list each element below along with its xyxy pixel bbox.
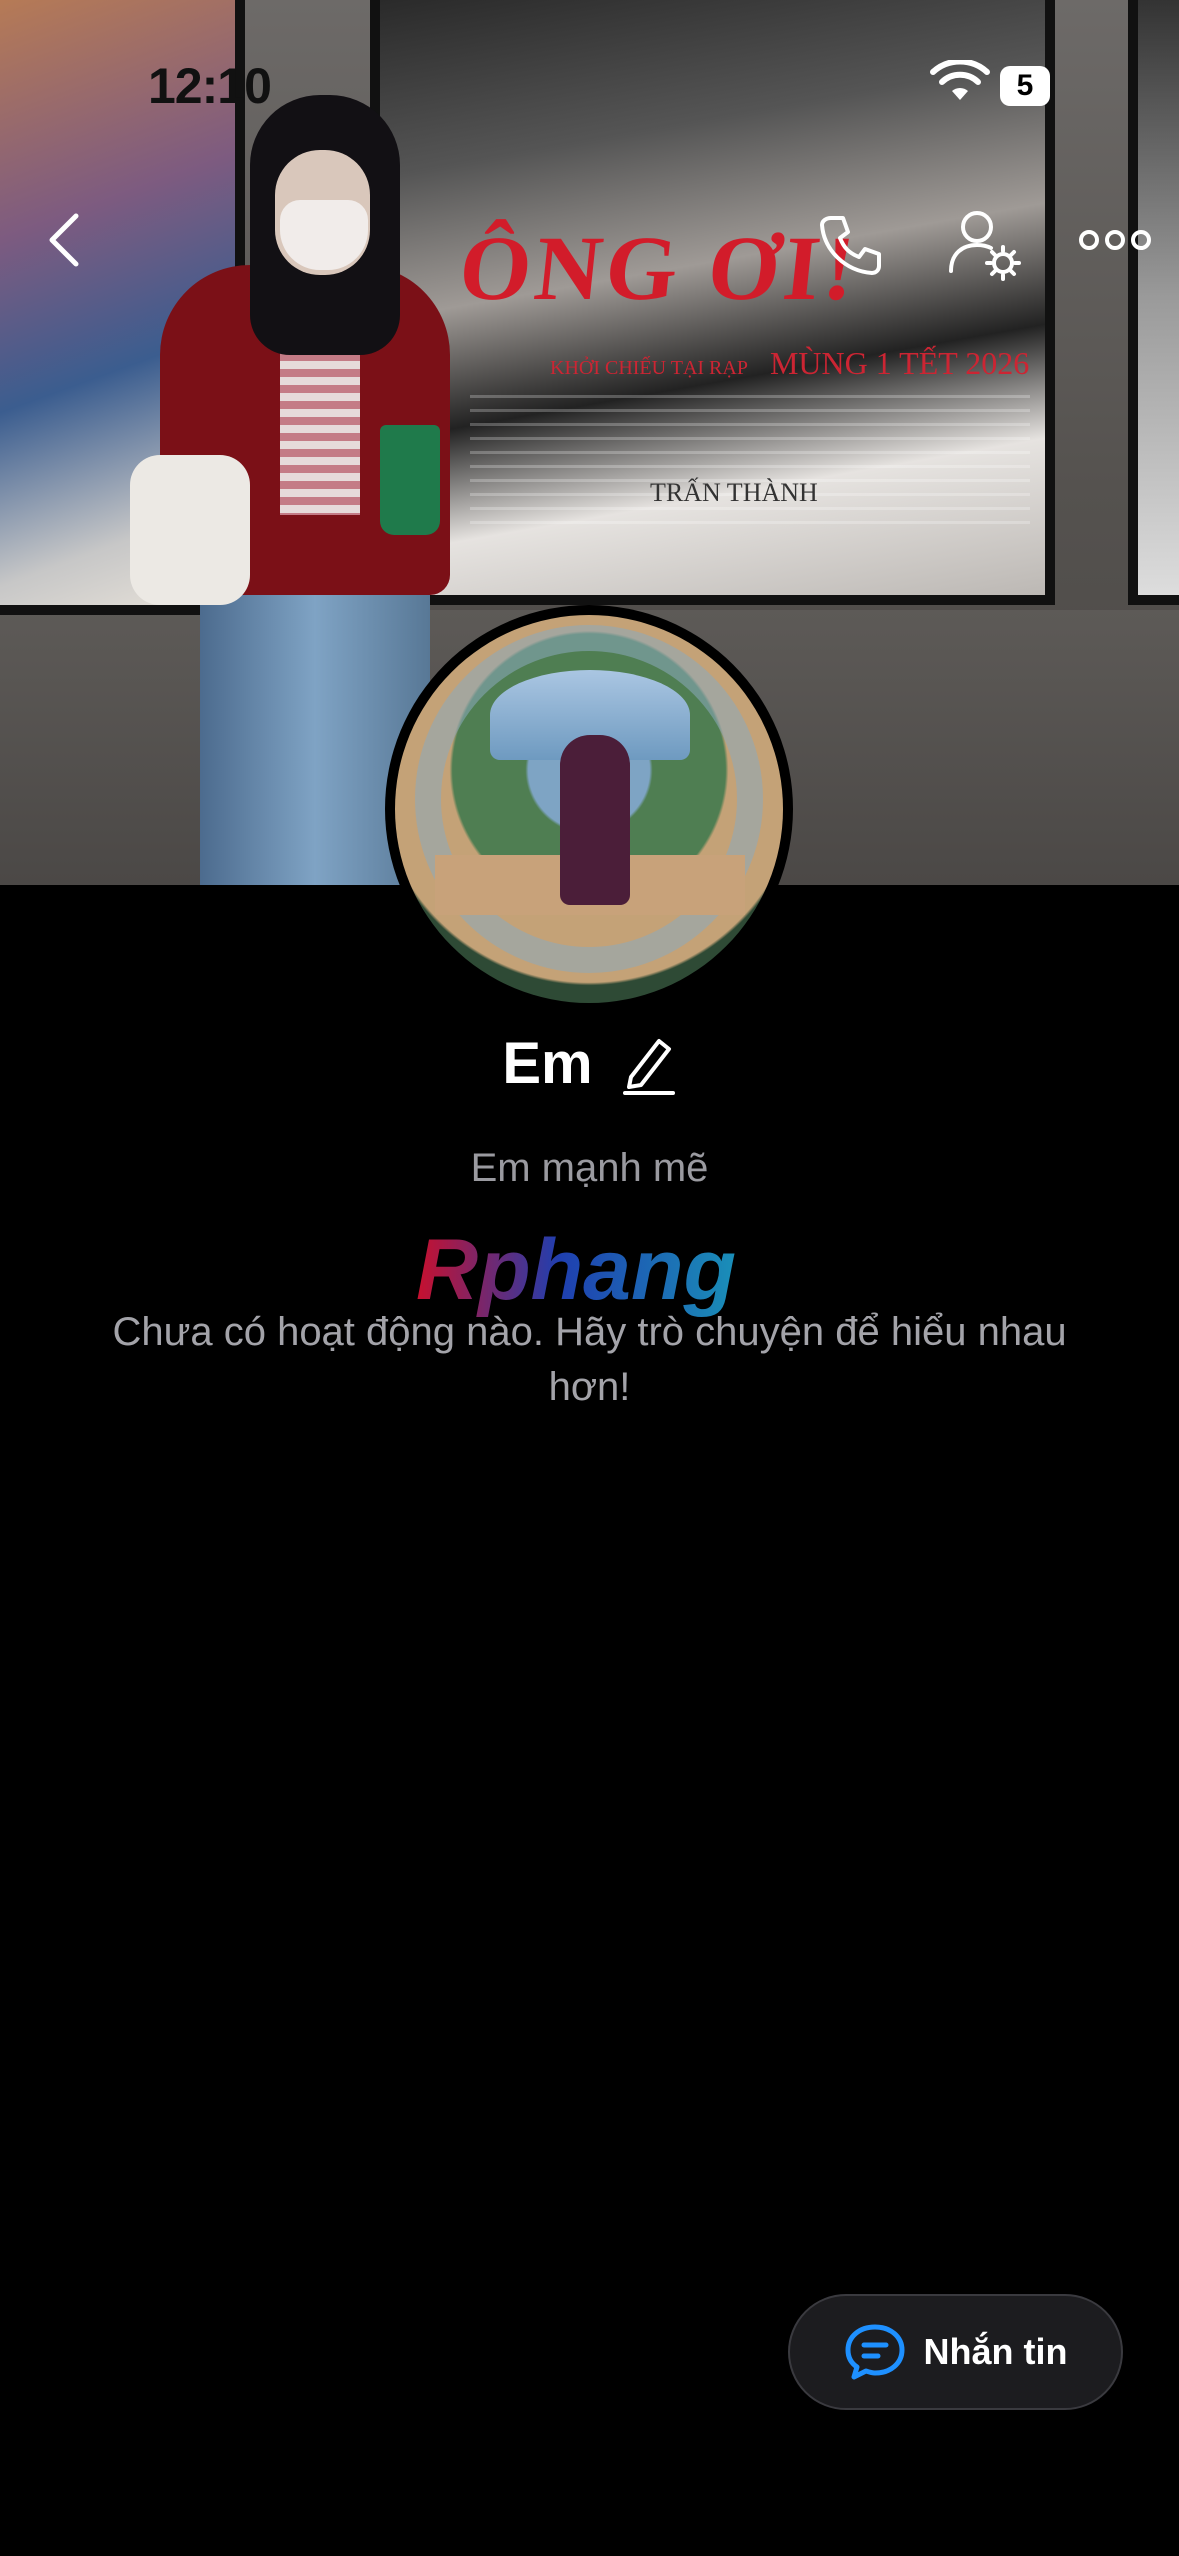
chevron-left-icon (49, 213, 79, 267)
poster-subtitle: KHỞI CHIẾU TẠI RẠP MÙNG 1 TẾT 2026 (550, 345, 1029, 382)
profile-bio: Em mạnh mẽ (470, 1146, 709, 1190)
poster-credit-name: TRẤN THÀNH (650, 478, 818, 507)
poster-tagline: KHỞI CHIẾU TẠI RẠP (550, 357, 748, 379)
wifi-icon (930, 60, 990, 100)
cover-poster-right (1128, 0, 1179, 605)
call-button[interactable] (805, 200, 895, 290)
more-button[interactable] (1075, 210, 1155, 270)
back-button[interactable] (25, 200, 105, 280)
profile-name-row: Em (0, 1030, 1179, 1097)
poster-title: ÔNG ƠI! (454, 217, 864, 319)
status-time: 12:10 (148, 58, 272, 114)
message-button[interactable]: Nhắn tin (788, 2294, 1123, 2410)
profile-settings-button[interactable] (940, 200, 1030, 290)
more-icon (1079, 230, 1151, 250)
chat-bubble-icon (845, 2324, 904, 2380)
pencil-icon[interactable] (619, 1033, 677, 1095)
avatar-photo (395, 615, 783, 1003)
poster-date: MÙNG 1 TẾT 2026 (769, 345, 1030, 381)
message-button-label: Nhắn tin (923, 2331, 1068, 2372)
avatar[interactable] (385, 605, 793, 1013)
user-settings-icon (949, 211, 1021, 281)
profile-name: Em (502, 1031, 593, 1096)
phone-icon (820, 216, 881, 275)
battery-indicator: 5 (1000, 66, 1050, 106)
empty-activity-message: Chưa có hoạt động nào. Hãy trò chuyện để… (112, 1310, 1067, 1409)
poster-credits (470, 395, 1030, 535)
